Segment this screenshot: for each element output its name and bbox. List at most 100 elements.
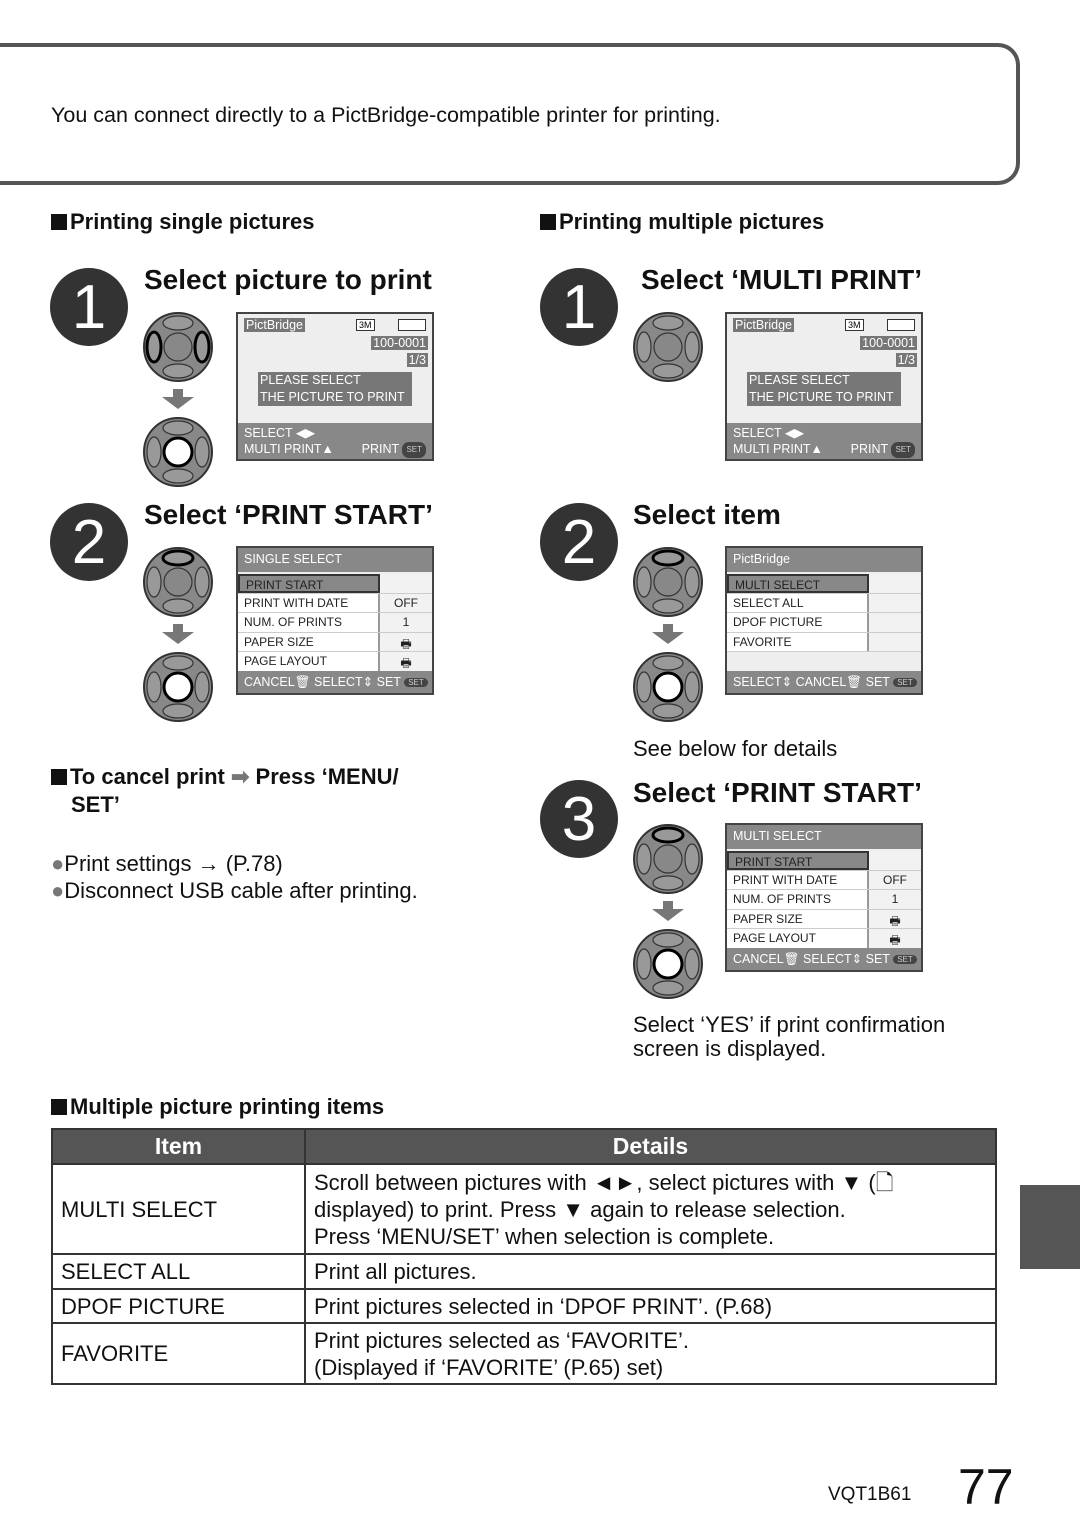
note-line: screen is displayed. xyxy=(633,1036,827,1061)
side-tab xyxy=(1020,1185,1080,1269)
step-number: 1 xyxy=(540,268,618,346)
menu-value xyxy=(380,574,432,593)
picture-count: 1/3 xyxy=(895,353,917,367)
menu-value: 🖶 xyxy=(380,652,432,671)
details-cell: Print pictures selected as ‘FAVORITE’. (D… xyxy=(304,1322,997,1385)
set-badge: SET xyxy=(893,955,917,964)
multi-print-hint: MULTI PRINT▲ xyxy=(733,442,823,456)
battery-icon xyxy=(398,319,426,331)
menu-item: SELECT ALL xyxy=(727,593,869,612)
table-row: DPOF PICTURE Print pictures selected in ‘… xyxy=(51,1288,997,1324)
page-number: 77 xyxy=(958,1459,1014,1515)
menu-value xyxy=(869,613,921,632)
doc-code: VQT1B61 xyxy=(828,1484,912,1505)
items-table: Item Details MULTI SELECT Scroll between p… xyxy=(51,1128,997,1385)
multi-print-hint: MULTI PRINT▲ xyxy=(244,442,334,456)
message-line: PLEASE SELECT xyxy=(260,373,361,387)
dial-button-icon xyxy=(633,824,703,894)
select-hint: SELECT ◀▶ xyxy=(733,426,805,440)
details-line: displayed) to print. Press ▼ again to re… xyxy=(314,1196,846,1222)
menu-row: PAGE LAYOUT 🖶 xyxy=(727,929,921,949)
battery-icon xyxy=(887,319,915,331)
section-multiple: Printing multiple pictures xyxy=(540,209,824,235)
message: PLEASE SELECT THE PICTURE TO PRINT xyxy=(747,372,901,406)
menu-value xyxy=(869,593,921,612)
cancel-press-2: SET’ xyxy=(71,792,120,817)
brand-label: PictBridge xyxy=(733,318,794,332)
arrow-down-icon xyxy=(162,389,194,409)
menu-row: PRINT WITH DATE OFF xyxy=(727,870,921,890)
menu-header: SINGLE SELECT xyxy=(238,548,432,572)
menu-value: OFF xyxy=(869,870,921,889)
menu-item: NUM. OF PRINTS xyxy=(238,613,380,632)
dial-button-icon xyxy=(633,652,703,722)
step-title: Select ‘PRINT START’ xyxy=(144,499,433,530)
set-badge: SET xyxy=(891,442,915,458)
section-multiple-title: Printing multiple pictures xyxy=(559,209,825,234)
intro-text: You can connect directly to a PictBridge… xyxy=(51,103,721,127)
col-item: Item xyxy=(51,1128,306,1165)
brand-label: PictBridge xyxy=(244,318,305,332)
menu-row: MULTI SELECT xyxy=(727,574,921,594)
menu-value xyxy=(869,574,921,593)
table-row: SELECT ALL Print all pictures. xyxy=(51,1253,997,1290)
menu-item: NUM. OF PRINTS xyxy=(727,890,869,909)
menu-item: FAVORITE xyxy=(727,632,869,651)
menu-item: PRINT WITH DATE xyxy=(238,593,380,612)
menu-value: OFF xyxy=(380,593,432,612)
menu-value: 🖶 xyxy=(869,909,921,928)
menu-footer: CANCEL🗑 SELECT⇕ SET SET xyxy=(238,671,432,693)
note-line: Select ‘YES’ if print confirmation xyxy=(633,1012,946,1037)
item-cell: DPOF PICTURE xyxy=(51,1288,306,1324)
details-line: (Displayed if ‘FAVORITE’ (P.65) set) xyxy=(314,1354,664,1380)
menu-row: NUM. OF PRINTS 1 xyxy=(727,890,921,910)
set-badge: SET xyxy=(893,678,917,687)
cancel-text: To cancel print xyxy=(70,764,225,789)
step-title: Select picture to print xyxy=(144,264,432,295)
file-number: 100-0001 xyxy=(371,336,428,350)
screen-footer: SELECT ◀▶ MULTI PRINT▲ PRINT SET xyxy=(238,423,432,459)
dial-button-icon xyxy=(633,929,703,999)
camera-screen: PictBridge 3M 100-0001 1/3 PLEASE SELECT… xyxy=(236,312,434,461)
menu-item: PRINT WITH DATE xyxy=(727,870,869,889)
item-cell: SELECT ALL xyxy=(51,1253,306,1290)
menu-footer: CANCEL🗑 SELECT⇕ SET SET xyxy=(727,948,921,970)
menu-value xyxy=(869,632,921,651)
menu-value: 🖶 xyxy=(380,632,432,651)
details-cell: Print pictures selected in ‘DPOF PRINT’.… xyxy=(304,1288,997,1324)
menu-row: PAPER SIZE 🖶 xyxy=(238,632,432,652)
set-badge: SET xyxy=(404,678,428,687)
footer-hint: SELECT⇕ CANCEL🗑 SET xyxy=(733,675,890,689)
file-number: 100-0001 xyxy=(860,336,917,350)
menu-item: PAPER SIZE xyxy=(238,632,380,651)
menu-row: PAGE LAYOUT 🖶 xyxy=(238,652,432,672)
arrow-down-icon xyxy=(652,624,684,644)
details-line: Press ‘MENU/SET’ when selection is compl… xyxy=(314,1223,775,1249)
menu-item: PAGE LAYOUT xyxy=(727,929,869,948)
menu-row: FAVORITE xyxy=(727,632,921,652)
camera-menu-screen: PictBridge MULTI SELECT SELECT ALL DPOF PIC… xyxy=(725,546,923,695)
menu-item: MULTI SELECT xyxy=(727,574,869,593)
col-details: Details xyxy=(304,1128,997,1165)
details-cell: Scroll between pictures with ◄►, select … xyxy=(304,1163,997,1255)
menu-value xyxy=(869,851,921,870)
step-title: Select ‘PRINT START’ xyxy=(633,777,922,808)
step-title: Select item xyxy=(633,499,781,530)
step-number: 3 xyxy=(540,780,618,858)
footer-hint: CANCEL🗑 SELECT⇕ SET xyxy=(733,952,890,966)
arrow-down-icon xyxy=(162,624,194,644)
message: PLEASE SELECT THE PICTURE TO PRINT xyxy=(258,372,412,406)
item-cell: FAVORITE xyxy=(51,1322,306,1385)
table-row: FAVORITE Print pictures selected as ‘FAVO… xyxy=(51,1322,997,1385)
details-line: Print pictures selected in ‘DPOF PRINT’.… xyxy=(314,1293,773,1319)
menu-item: DPOF PICTURE xyxy=(727,613,869,632)
dial-button-icon xyxy=(143,652,213,722)
camera-screen: PictBridge 3M 100-0001 1/3 PLEASE SELECT… xyxy=(725,312,923,461)
note-item: ●Disconnect USB cable after printing. xyxy=(51,877,418,904)
note-text: Print settings → (P.78) xyxy=(64,851,283,876)
print-hint: PRINT xyxy=(850,442,888,456)
picture-count: 1/3 xyxy=(406,353,428,367)
step-note: See below for details xyxy=(633,736,838,761)
message-line: THE PICTURE TO PRINT xyxy=(749,390,894,404)
table-heading-text: Multiple picture printing items xyxy=(70,1094,385,1119)
